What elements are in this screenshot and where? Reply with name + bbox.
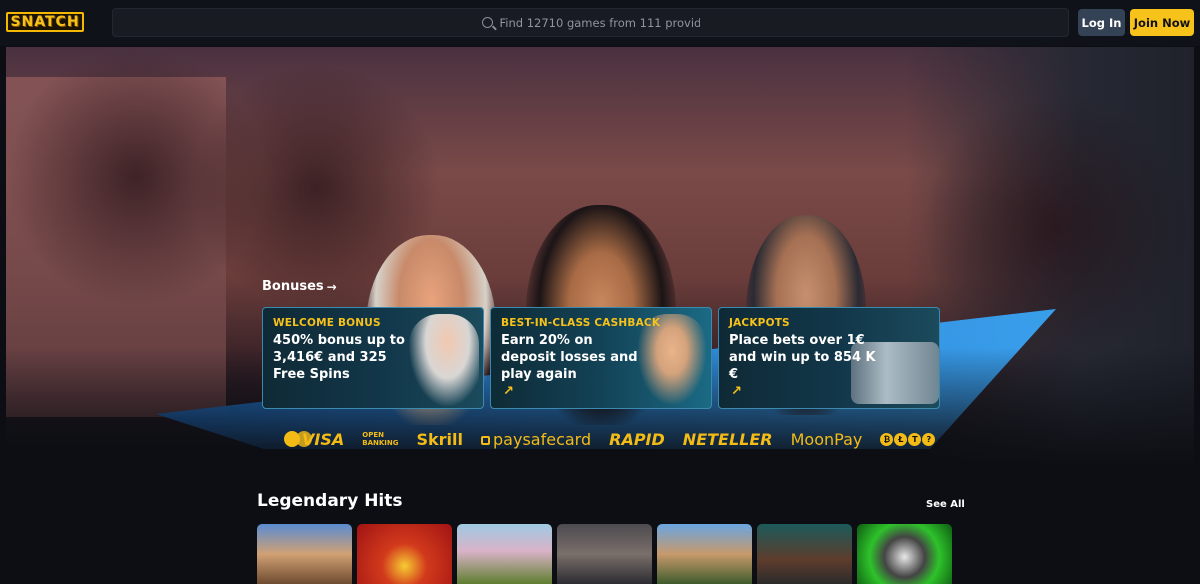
bonuses-label: Bonuses bbox=[262, 279, 324, 294]
lock-icon bbox=[481, 435, 491, 445]
bonuses-link[interactable]: Bonuses → bbox=[262, 279, 337, 294]
paysafecard-logo: paysafecard bbox=[481, 430, 591, 449]
legendary-hits-title: Legendary Hits bbox=[257, 491, 403, 511]
skrill-logo: Skrill bbox=[416, 429, 464, 449]
open-banking-logo: OPEN BANKING bbox=[362, 431, 399, 447]
game-tile[interactable] bbox=[557, 524, 652, 584]
bitcoin-icon: ₿ bbox=[880, 432, 894, 446]
search-input[interactable] bbox=[499, 15, 700, 30]
tether-icon: T bbox=[908, 432, 922, 446]
card-text: Earn 20% on deposit losses and play agai… bbox=[501, 333, 638, 382]
crypto-more-icon: ? bbox=[922, 432, 936, 446]
game-tile[interactable] bbox=[757, 524, 852, 584]
game-tile[interactable] bbox=[657, 524, 752, 584]
login-button[interactable]: Log In bbox=[1078, 9, 1125, 36]
arrow-right-icon: → bbox=[326, 279, 337, 294]
game-tile[interactable] bbox=[457, 524, 552, 584]
card-text: 450% bonus up to 3,416€ and 325 Free Spi… bbox=[273, 333, 405, 382]
top-header: SNATCH Log In Join Now bbox=[0, 0, 1200, 46]
game-tiles-row bbox=[257, 524, 952, 584]
neteller-logo: NETELLER bbox=[682, 429, 773, 449]
snatch-logo[interactable]: SNATCH bbox=[6, 12, 84, 32]
arrow-up-right-icon: ↗ bbox=[731, 384, 742, 399]
join-now-button[interactable]: Join Now bbox=[1130, 9, 1194, 36]
jackpots-card[interactable]: JACKPOTS Place bets over 1€ and win up t… bbox=[718, 307, 940, 409]
game-tile[interactable] bbox=[857, 524, 952, 584]
game-tile[interactable] bbox=[257, 524, 352, 584]
card-kicker: BEST-IN-CLASS CASHBACK bbox=[501, 317, 661, 329]
litecoin-icon: Ł bbox=[894, 432, 908, 446]
welcome-bonus-card[interactable]: WELCOME BONUS 450% bonus up to 3,416€ an… bbox=[262, 307, 484, 409]
card-kicker: WELCOME BONUS bbox=[273, 317, 381, 329]
card-kicker: JACKPOTS bbox=[729, 317, 790, 329]
logo-text: SNATCH bbox=[10, 14, 80, 30]
moonpay-logo: MoonPay bbox=[790, 429, 863, 449]
search-bar[interactable] bbox=[112, 8, 1069, 37]
card-text: Place bets over 1€ and win up to 854 K € bbox=[729, 333, 876, 382]
paysafecard-text: paysafecard bbox=[493, 429, 592, 449]
game-tile[interactable] bbox=[357, 524, 452, 584]
cashback-card[interactable]: BEST-IN-CLASS CASHBACK Earn 20% on depos… bbox=[490, 307, 712, 409]
crypto-coins-icon: ₿ Ł T ? bbox=[880, 432, 936, 446]
rapid-logo: RAPID bbox=[609, 429, 665, 449]
see-all-link[interactable]: See All bbox=[926, 499, 965, 510]
payment-methods: VISA OPEN BANKING Skrill paysafecard RAP… bbox=[284, 428, 936, 450]
search-icon bbox=[481, 17, 493, 28]
arrow-up-right-icon: ↗ bbox=[503, 384, 514, 399]
